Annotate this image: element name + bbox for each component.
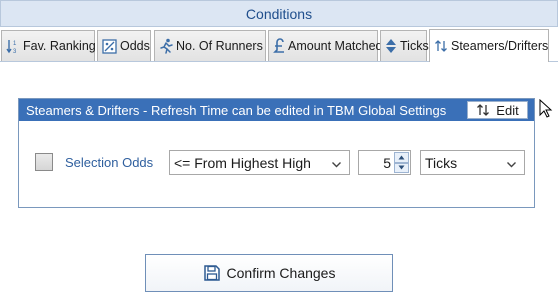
odds-source-select[interactable]: <= From Highest High [169,150,350,175]
ticks-stepper[interactable]: 5 [358,150,411,175]
stepper-down-button[interactable] [394,162,409,173]
sort-numeric-icon: 13 [6,38,20,54]
tab-no-of-runners[interactable]: No. Of Runners [154,30,266,61]
unit-select[interactable]: Ticks [420,150,525,175]
edit-button[interactable]: Edit [467,101,528,119]
tab-label: Ticks [400,39,429,53]
tab-odds[interactable]: Odds [97,30,151,61]
edit-label: Edit [496,102,519,118]
tab-amount-matched[interactable]: Amount Matched [268,30,383,61]
selection-odds-checkbox[interactable] [35,153,53,171]
up-down-icon [385,38,397,54]
odds-source-value: <= From Highest High [174,154,311,171]
caret-up-icon [398,155,405,160]
stepper-up-button[interactable] [394,152,409,163]
caret-down-icon [398,165,405,170]
unit-value: Ticks [425,154,458,171]
tab-label: Odds [120,39,150,53]
tab-label: Fav. Ranking [23,39,96,53]
window-titlebar: Conditions [0,0,558,27]
confirm-changes-button[interactable]: Confirm Changes [145,254,393,292]
selection-odds-label: Selection Odds [65,155,154,170]
runner-icon [159,38,173,54]
tab-steamers-drifters[interactable]: Steamers/Drifters [429,29,549,62]
panel-header: Steamers & Drifters - Refresh Time can b… [19,99,534,121]
odds-icon [102,38,117,54]
tab-label: Steamers/Drifters [451,39,549,53]
steamers-drifters-panel: Steamers & Drifters - Refresh Time can b… [18,98,535,208]
updown-arrows-icon [434,39,448,53]
tab-fav-ranking[interactable]: 13 Fav. Ranking [1,30,96,61]
tab-bar: 13 Fav. Ranking Odds No. Of Runners Amou… [0,29,558,62]
confirm-changes-label: Confirm Changes [226,265,336,281]
pound-icon [273,38,285,54]
tab-ticks[interactable]: Ticks [380,30,429,61]
save-icon [203,264,221,282]
ticks-value: 5 [383,155,391,171]
updown-arrows-icon [476,103,490,117]
tab-label: Amount Matched [288,39,383,53]
svg-text:1: 1 [13,41,17,47]
mouse-cursor-icon [539,98,553,122]
svg-text:3: 3 [13,49,17,54]
chevron-down-icon [506,157,517,173]
chevron-down-icon [331,157,342,173]
tab-label: No. Of Runners [176,39,263,53]
panel-header-text: Steamers & Drifters - Refresh Time can b… [26,102,447,118]
window-title: Conditions [245,5,313,22]
